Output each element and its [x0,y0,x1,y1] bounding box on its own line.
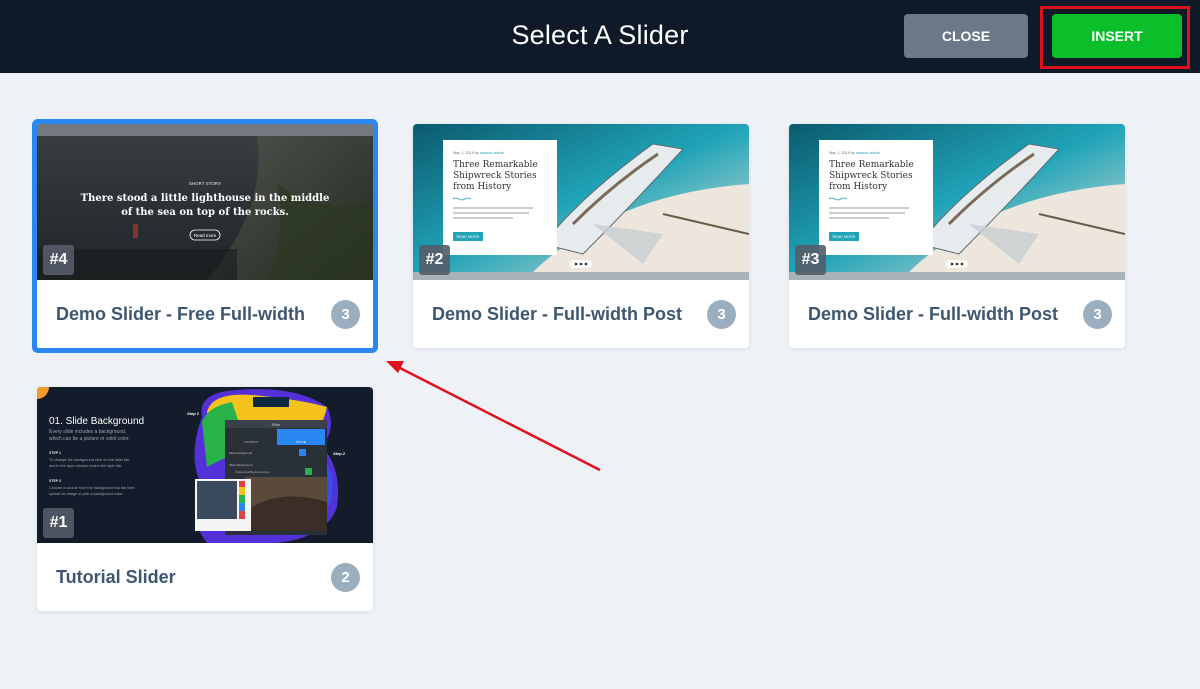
thumb-read-more: Read more [194,233,217,238]
slider-thumbnail: 01. Slide Background Every slide include… [37,387,373,543]
thumb-headline-line2: Shipwreck Stories [829,171,913,181]
slider-name: Demo Slider - Full-width Post [432,304,683,324]
thumb-headline-line1: Three Remarkable [829,160,914,170]
slider-card-2[interactable]: May 1, 2019 by sample.author Three Remar… [413,124,749,348]
slide-count-badge: 3 [331,300,360,329]
thumb-headline-line2: of the sea on top of the rocks. [121,207,289,218]
svg-text:May 1, 2019 by sample.author: May 1, 2019 by sample.author [829,151,881,155]
slide-count-badge: 2 [331,563,360,592]
thumb-eyebrow: SHORT STORY [189,181,221,186]
slide-count-badge: 3 [707,300,736,329]
thumb-step2-line2: upload an image or pick a background col… [49,492,124,496]
shipwreck-thumbnail-image: May 1, 2019 by sample.author Three Remar… [413,124,749,280]
tutorial-thumbnail-image: 01. Slide Background Every slide include… [37,387,373,543]
thumb-panel-tab1: CONTENT [244,440,259,444]
thumb-headline-line2: Shipwreck Stories [453,171,537,181]
thumb-meta: May 1, 2019 by [453,151,480,155]
lighthouse-thumbnail-image: SHORT STORY There stood a little lightho… [37,124,373,280]
slider-name: Demo Slider - Full-width Post [808,304,1059,324]
thumb-callout-step2: Step 2 [333,451,346,456]
thumb-step1-label: STEP 1 [49,451,61,455]
thumb-meta-link: sample.author [480,151,505,155]
thumb-panel-title: Slide [272,422,282,427]
thumb-headline-line3: from History [829,182,888,192]
slider-thumbnail: May 1, 2019 by sample.author Three Remar… [789,124,1125,280]
slider-name: Tutorial Slider [56,567,176,587]
slider-thumbnail: SHORT STORY There stood a little lightho… [37,124,373,280]
shipwreck-thumbnail-image: May 1, 2019 by sample.author Three Remar… [789,124,1125,280]
svg-text:May 1, 2019 by sample.author: May 1, 2019 by sample.author [453,151,505,155]
close-button[interactable]: CLOSE [904,14,1028,58]
slider-number-badge: #1 [43,508,74,538]
thumb-step1-line1: To change the background click on the la… [49,458,130,462]
thumb-panel-row2: Slide Background [229,463,253,467]
thumb-meta-link: sample.author [856,151,881,155]
thumb-callout-step1: Step 1 [187,411,200,416]
slider-number-badge: #2 [419,245,450,275]
slider-card-3[interactable]: May 1, 2019 by sample.author Three Remar… [789,124,1125,348]
thumb-panel-row1: Slide background [229,451,253,455]
thumb-read-more: READ MORE [457,235,480,239]
thumb-headline-line3: from History [453,182,512,192]
insert-button[interactable]: INSERT [1052,14,1182,58]
slider-number-badge: #3 [795,245,826,275]
slider-thumbnail: May 1, 2019 by sample.author Three Remar… [413,124,749,280]
slider-card-1[interactable]: 01. Slide Background Every slide include… [37,387,373,611]
thumb-meta: May 1, 2019 by [829,151,856,155]
thumb-intro-line2: which can be a picture or solid color. [49,436,130,442]
thumb-intro-line1: Every slide includes a background, [49,429,126,435]
thumb-step1-line2: and in the layer window select the style… [49,464,122,468]
thumb-headline-line1: Three Remarkable [453,160,538,170]
slide-count-badge: 3 [1083,300,1112,329]
thumb-panel-file: SlideDefaultBackground.jpg [235,470,270,474]
thumb-read-more: READ MORE [833,235,856,239]
slider-card-4[interactable]: SHORT STORY There stood a little lightho… [37,124,373,348]
thumb-panel-tab2: STYLE [296,440,306,444]
slider-name: Demo Slider - Free Full-width [56,304,306,324]
thumb-step2-line1: Choose a source from the background top … [49,486,135,490]
slider-number-badge: #4 [43,245,74,275]
thumb-step2-label: STEP 2 [49,479,61,483]
thumb-title: 01. Slide Background [49,416,144,427]
thumb-headline-line1: There stood a little lighthouse in the m… [81,193,330,204]
